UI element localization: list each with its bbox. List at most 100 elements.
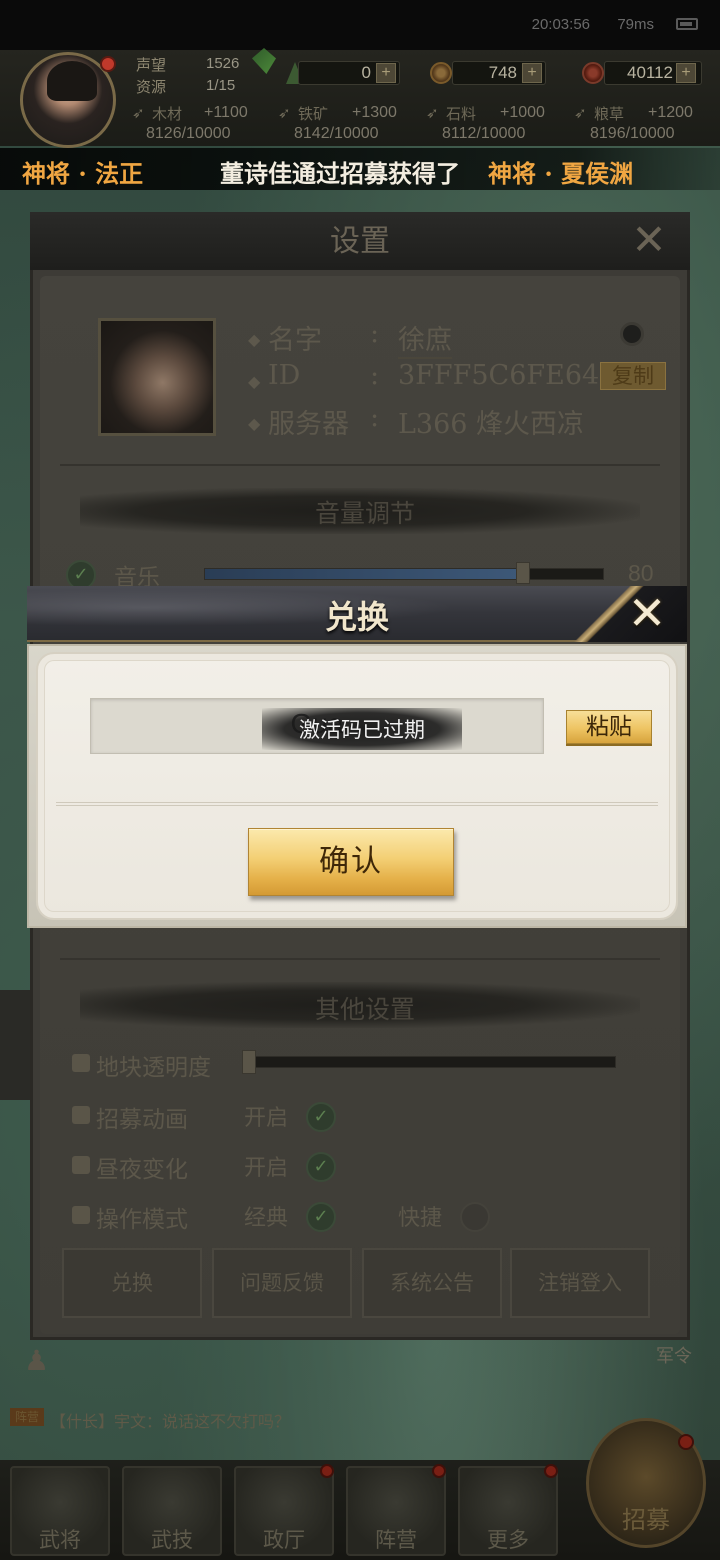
redeem-button[interactable]: 兑换 xyxy=(62,1248,202,1318)
day-night-icon xyxy=(72,1156,90,1174)
divider xyxy=(60,958,660,960)
prestige-label: 声望 xyxy=(136,56,167,74)
day-night-toggle[interactable]: ✓ xyxy=(306,1152,336,1182)
ticker-left-general: 神将 · 法正 xyxy=(22,159,144,188)
side-expand-arrow[interactable] xyxy=(0,990,30,1100)
announcement-button[interactable]: 系统公告 xyxy=(362,1248,502,1318)
name-colon: : xyxy=(370,318,380,349)
logout-button[interactable]: 注销登入 xyxy=(510,1248,650,1318)
status-bar xyxy=(0,0,720,50)
tile-opacity-slider[interactable] xyxy=(244,1056,616,1068)
player-id: 3FFF5C6FE64 xyxy=(398,360,600,391)
recruit-label: 招募 xyxy=(622,1506,670,1534)
recruit-anim-label: 招募动画 xyxy=(96,1107,188,1133)
music-slider[interactable] xyxy=(204,568,604,580)
resource-label: 资源 xyxy=(136,78,167,96)
iron-icon: ➶ xyxy=(278,104,291,122)
id-label: ID xyxy=(268,360,301,391)
currency-1-add-button[interactable]: + xyxy=(376,63,396,83)
paste-button[interactable]: 粘贴 xyxy=(566,710,652,744)
op-mode-quick-radio[interactable] xyxy=(460,1202,490,1232)
music-volume-value: 80 xyxy=(628,560,654,586)
legion-icon[interactable]: ♟ xyxy=(24,1344,49,1377)
prestige-value: 1526 xyxy=(206,55,240,72)
wood-label: 木材 xyxy=(152,105,183,123)
chat-message[interactable]: 【什长】宇文：说话这不欠打吗？ xyxy=(50,1408,290,1432)
op-mode-classic-radio[interactable]: ✓ xyxy=(306,1202,336,1232)
expired-code-toast: 激活码已过期 xyxy=(299,718,425,742)
tile-opacity-handle[interactable] xyxy=(242,1050,256,1074)
op-mode-label: 操作模式 xyxy=(96,1207,188,1233)
currency-3-add-button[interactable]: + xyxy=(676,63,696,83)
close-icon[interactable]: ✕ xyxy=(620,590,674,638)
name-label: 名字 xyxy=(268,325,322,356)
gold-coin-icon xyxy=(582,62,604,84)
server-value: L366 烽火西凉 xyxy=(398,409,585,440)
wood-count: 8126/10000 xyxy=(146,125,231,142)
copy-id-button[interactable]: 复制 xyxy=(600,362,666,390)
grain-count: 8196/10000 xyxy=(590,125,675,142)
avatar-hair xyxy=(47,61,97,101)
grain-rate: +1200 xyxy=(648,104,693,121)
tile-opacity-label: 地块透明度 xyxy=(96,1055,211,1081)
network-latency: 79ms xyxy=(617,16,654,33)
nav-more-badge xyxy=(544,1464,558,1478)
status-time: 20:03:56 xyxy=(531,16,590,33)
nav-camp-badge xyxy=(432,1464,446,1478)
server-colon: : xyxy=(370,402,380,433)
currency-2-add-button[interactable]: + xyxy=(522,63,542,83)
profile-portrait xyxy=(98,318,216,436)
stone-icon: ➶ xyxy=(426,104,439,122)
recruit-anim-option: 开启 xyxy=(244,1106,289,1131)
music-slider-handle[interactable] xyxy=(516,562,530,584)
recruit-anim-toggle[interactable]: ✓ xyxy=(306,1102,336,1132)
stone-rate: +1000 xyxy=(500,104,545,121)
recruit-badge xyxy=(678,1434,694,1450)
bullet-icon: ◆ xyxy=(248,414,261,433)
chat-channel-tag: 阵营 xyxy=(10,1408,44,1426)
other-section-title: 其他设置 xyxy=(314,995,415,1024)
iron-rate: +1300 xyxy=(352,104,397,121)
redeem-dialog-title: 兑换 xyxy=(324,598,389,636)
day-night-label: 昼夜变化 xyxy=(96,1157,188,1183)
bullet-icon: ◆ xyxy=(248,330,261,349)
military-order-label[interactable]: 军令 xyxy=(656,1342,692,1368)
resource-value: 1/15 xyxy=(206,77,236,94)
nav-generals-label: 武将 xyxy=(39,1528,81,1552)
copper-coin-icon xyxy=(430,62,452,84)
wood-rate: +1100 xyxy=(204,104,248,121)
day-night-option: 开启 xyxy=(244,1156,289,1181)
ticker-message: 董诗佳通过招募获得了 xyxy=(220,159,460,188)
op-mode-classic-label: 经典 xyxy=(244,1206,289,1231)
divider xyxy=(60,464,660,466)
server-label: 服务器 xyxy=(268,409,349,440)
iron-count: 8142/10000 xyxy=(294,125,379,142)
settings-close-icon[interactable]: ✕ xyxy=(624,218,674,262)
nav-hall-badge xyxy=(320,1464,334,1478)
wood-icon: ➶ xyxy=(132,104,145,122)
recruit-anim-icon xyxy=(72,1106,90,1124)
settings-title: 设置 xyxy=(330,224,390,259)
iron-label: 铁矿 xyxy=(298,105,329,123)
confirm-button[interactable]: 确认 xyxy=(248,828,454,896)
grain-icon: ➶ xyxy=(574,104,587,122)
notification-dot xyxy=(100,56,116,72)
stone-count: 8112/10000 xyxy=(442,125,526,142)
dialog-divider xyxy=(56,802,658,806)
nav-camp-label: 阵营 xyxy=(375,1528,417,1552)
op-mode-quick-label: 快捷 xyxy=(398,1206,443,1231)
nav-skills-label: 武技 xyxy=(151,1528,193,1552)
nav-more-label: 更多 xyxy=(487,1528,529,1552)
stone-label: 石料 xyxy=(446,105,477,123)
volume-section-title: 音量调节 xyxy=(314,499,415,528)
nav-hall-label: 政厅 xyxy=(263,1528,305,1552)
player-name[interactable]: 徐庶 xyxy=(398,318,452,359)
bullet-icon: ◆ xyxy=(248,372,261,391)
tile-icon xyxy=(72,1054,90,1072)
grain-label: 粮草 xyxy=(594,105,625,123)
profile-menu-icon[interactable] xyxy=(620,322,644,346)
battery-icon xyxy=(676,18,698,30)
id-colon: : xyxy=(370,360,380,391)
feedback-button[interactable]: 问题反馈 xyxy=(212,1248,352,1318)
ticker-general: 神将 · 夏侯渊 xyxy=(488,159,634,188)
